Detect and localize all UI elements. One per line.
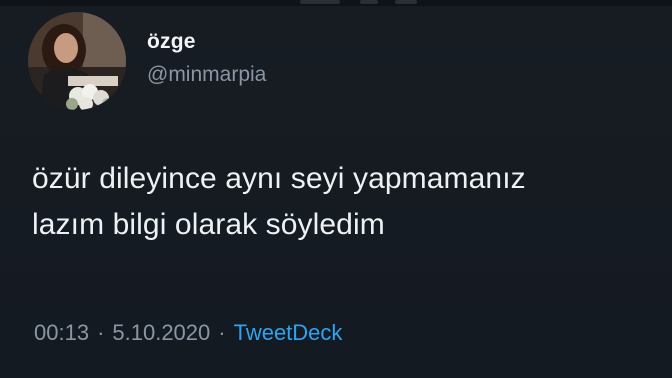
avatar[interactable] bbox=[28, 12, 126, 110]
profile-photo-icon bbox=[28, 12, 126, 110]
tweet-time[interactable]: 00:13 bbox=[34, 320, 89, 345]
separator: · bbox=[97, 320, 105, 345]
tweet-text-line: özür dileyince aynı seyi yapmamanız bbox=[32, 162, 526, 195]
author-info: özge @minmarpia bbox=[147, 30, 266, 88]
tweet-date[interactable]: 5.10.2020 bbox=[112, 320, 210, 345]
previous-content-edge bbox=[0, 0, 672, 6]
username-handle[interactable]: @minmarpia bbox=[147, 62, 266, 88]
tweet-text-line: lazım bilgi olarak söyledim bbox=[32, 208, 385, 241]
tweet-metadata: 00:13 · 5.10.2020 · TweetDeck bbox=[34, 318, 342, 348]
source-link[interactable]: TweetDeck bbox=[234, 320, 343, 345]
tweet-card: özge @minmarpia özür dileyince aynı seyi… bbox=[0, 0, 672, 378]
display-name[interactable]: özge bbox=[147, 30, 266, 54]
tweet-text: özür dileyince aynı seyi yapmamanız lazı… bbox=[32, 156, 662, 248]
separator: · bbox=[218, 320, 226, 345]
